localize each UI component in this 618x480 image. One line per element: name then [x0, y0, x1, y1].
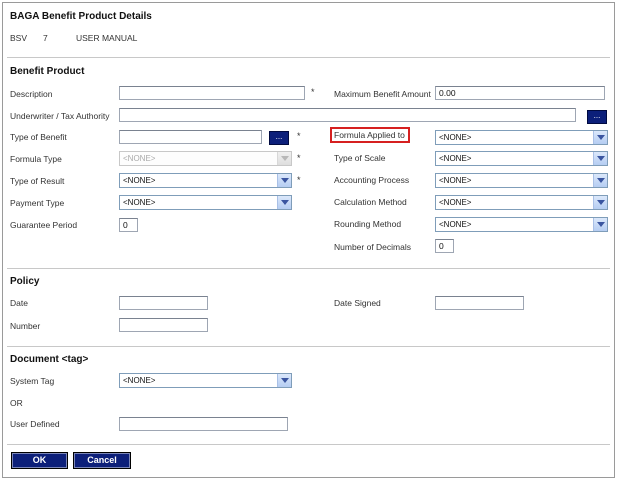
required-marker: *: [297, 131, 301, 141]
policy-date-label: Date: [10, 298, 28, 308]
type-of-result-label: Type of Result: [10, 176, 65, 186]
formula-applied-select[interactable]: <NONE>: [435, 130, 608, 145]
rounding-method-value: <NONE>: [439, 220, 472, 229]
rounding-method-select[interactable]: <NONE>: [435, 217, 608, 232]
user-defined-input[interactable]: [119, 417, 288, 431]
type-of-scale-label: Type of Scale: [334, 153, 386, 163]
guarantee-period-input[interactable]: [119, 218, 138, 232]
formula-type-value: <NONE>: [123, 154, 156, 163]
formula-applied-value: <NONE>: [439, 133, 472, 142]
max-benefit-label: Maximum Benefit Amount: [334, 89, 431, 99]
accounting-process-value: <NONE>: [439, 176, 472, 185]
header-manual: USER MANUAL: [76, 33, 138, 43]
decimals-label: Number of Decimals: [334, 242, 411, 252]
payment-type-label: Payment Type: [10, 198, 65, 208]
guarantee-period-label: Guarantee Period: [10, 220, 78, 230]
type-of-benefit-input[interactable]: [119, 130, 262, 144]
header-number: 7: [43, 33, 48, 43]
rounding-method-label: Rounding Method: [334, 219, 402, 229]
chevron-down-icon: [593, 196, 607, 209]
dialog-frame: BAGA Benefit Product Details BSV 7 USER …: [2, 2, 615, 478]
policy-date-input[interactable]: [119, 296, 208, 310]
type-of-result-value: <NONE>: [123, 176, 156, 185]
section-title-policy: Policy: [10, 276, 40, 287]
divider: [7, 444, 610, 445]
chevron-down-icon: [593, 218, 607, 231]
payment-type-value: <NONE>: [123, 198, 156, 207]
system-tag-select[interactable]: <NONE>: [119, 373, 292, 388]
chevron-down-icon: [593, 174, 607, 187]
type-of-benefit-label: Type of Benefit: [10, 132, 67, 142]
system-tag-label: System Tag: [10, 376, 55, 386]
max-benefit-input[interactable]: [435, 86, 605, 100]
type-of-result-select[interactable]: <NONE>: [119, 173, 292, 188]
page-title: BAGA Benefit Product Details: [10, 11, 152, 22]
chevron-down-icon: [277, 374, 291, 387]
divider: [7, 268, 610, 269]
type-of-benefit-lookup-button[interactable]: ...: [269, 131, 289, 145]
payment-type-select[interactable]: <NONE>: [119, 195, 292, 210]
type-of-scale-select[interactable]: <NONE>: [435, 151, 608, 166]
cancel-button[interactable]: Cancel: [73, 452, 131, 469]
formula-type-select[interactable]: <NONE>: [119, 151, 292, 166]
divider: [7, 346, 610, 347]
calculation-method-label: Calculation Method: [334, 197, 407, 207]
required-marker: *: [297, 153, 301, 163]
ok-button[interactable]: OK: [11, 452, 68, 469]
required-marker: *: [311, 87, 315, 97]
policy-number-label: Number: [10, 321, 41, 331]
section-title-document: Document <tag>: [10, 354, 89, 365]
chevron-down-icon: [593, 152, 607, 165]
policy-number-input[interactable]: [119, 318, 208, 332]
or-label: OR: [10, 398, 23, 408]
underwriter-label: Underwriter / Tax Authority: [10, 111, 110, 121]
underwriter-lookup-button[interactable]: ...: [587, 110, 607, 124]
system-tag-value: <NONE>: [123, 376, 156, 385]
divider: [7, 57, 610, 58]
calculation-method-value: <NONE>: [439, 198, 472, 207]
underwriter-input[interactable]: [119, 108, 576, 122]
chevron-down-icon: [277, 196, 291, 209]
chevron-down-icon: [593, 131, 607, 144]
calculation-method-select[interactable]: <NONE>: [435, 195, 608, 210]
type-of-scale-value: <NONE>: [439, 154, 472, 163]
date-signed-label: Date Signed: [334, 298, 381, 308]
description-label: Description: [10, 89, 53, 99]
user-defined-label: User Defined: [10, 419, 60, 429]
section-title-benefit-product: Benefit Product: [10, 66, 85, 77]
accounting-process-label: Accounting Process: [334, 175, 410, 185]
chevron-down-icon: [277, 152, 291, 165]
chevron-down-icon: [277, 174, 291, 187]
accounting-process-select[interactable]: <NONE>: [435, 173, 608, 188]
description-input[interactable]: [119, 86, 305, 100]
decimals-input[interactable]: [435, 239, 454, 253]
header-code: BSV: [10, 33, 28, 43]
formula-type-label: Formula Type: [10, 154, 62, 164]
date-signed-input[interactable]: [435, 296, 524, 310]
formula-applied-label: Formula Applied to: [334, 130, 405, 140]
required-marker: *: [297, 175, 301, 185]
